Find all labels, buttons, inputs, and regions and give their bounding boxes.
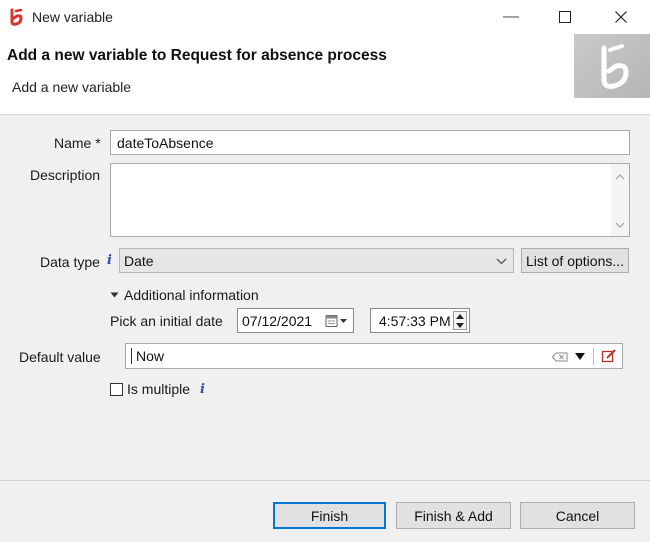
scroll-up-icon — [615, 174, 625, 180]
additional-info-toggle[interactable]: Additional information — [110, 287, 259, 303]
header-title: Add a new variable to Request for absenc… — [7, 47, 387, 64]
list-of-options-label: List of options... — [525, 252, 625, 269]
app-logo-icon — [10, 8, 23, 26]
dropdown-arrow-icon[interactable] — [575, 353, 585, 360]
cancel-button[interactable]: Cancel — [520, 502, 635, 529]
maximize-button[interactable] — [542, 0, 588, 34]
date-picker[interactable]: 07/12/2021 — [237, 308, 354, 333]
close-icon — [615, 11, 627, 23]
maximize-icon — [559, 11, 571, 23]
edit-icon[interactable] — [601, 348, 617, 364]
minimize-button[interactable]: — — [488, 0, 534, 34]
finish-and-add-label: Finish & Add — [414, 507, 493, 524]
minimize-icon: — — [503, 8, 519, 25]
is-multiple-label: Is multiple — [127, 381, 191, 397]
text-cursor — [131, 348, 132, 364]
name-input-value: dateToAbsence — [117, 135, 214, 151]
window-title: New variable — [32, 9, 113, 25]
spin-down-icon[interactable] — [456, 323, 464, 328]
data-type-label: Data type — [40, 254, 100, 270]
caret-down-icon — [110, 292, 119, 298]
additional-info-label: Additional information — [124, 287, 259, 303]
name-input[interactable]: dateToAbsence — [110, 130, 630, 155]
dialog-header: Add a new variable to Request for absenc… — [0, 34, 650, 115]
spin-up-icon[interactable] — [456, 314, 464, 319]
list-of-options-button[interactable]: List of options... — [521, 248, 629, 273]
header-subtitle: Add a new variable — [12, 79, 132, 95]
description-label: Description — [30, 167, 101, 183]
finish-button[interactable]: Finish — [273, 502, 386, 529]
chevron-down-icon — [496, 258, 507, 265]
data-type-value: Date — [124, 253, 154, 269]
default-value-text: Now — [136, 348, 165, 364]
default-value-input[interactable]: Now — [125, 343, 623, 369]
cancel-label: Cancel — [555, 507, 600, 524]
is-multiple-info-icon[interactable]: i — [200, 382, 205, 397]
default-value-label: Default value — [19, 349, 101, 365]
data-type-select[interactable]: Date — [119, 248, 514, 273]
time-spinner[interactable] — [453, 311, 467, 330]
date-value: 07/12/2021 — [242, 313, 313, 329]
header-logo — [574, 34, 650, 98]
info-icon[interactable]: i — [107, 253, 112, 268]
is-multiple-checkbox[interactable] — [110, 382, 123, 396]
pick-initial-date-label: Pick an initial date — [110, 313, 223, 329]
separator — [593, 348, 594, 365]
finish-label: Finish — [310, 507, 349, 524]
scroll-down-icon — [615, 222, 625, 228]
clear-icon[interactable] — [552, 352, 568, 362]
finish-and-add-button[interactable]: Finish & Add — [396, 502, 511, 529]
name-label: Name * — [54, 135, 101, 151]
close-button[interactable] — [598, 0, 644, 34]
time-picker[interactable]: 4:57:33 PM — [370, 308, 470, 333]
time-value: 4:57:33 PM — [379, 313, 451, 329]
brand-logo-icon — [601, 44, 629, 89]
description-scrollbar[interactable] — [611, 164, 629, 236]
title-bar: New variable — — [0, 0, 650, 34]
footer-divider — [0, 480, 650, 481]
is-multiple-checkbox-row[interactable]: Is multiple i — [110, 381, 205, 397]
description-textarea[interactable] — [110, 163, 630, 237]
calendar-icon[interactable] — [325, 314, 349, 328]
